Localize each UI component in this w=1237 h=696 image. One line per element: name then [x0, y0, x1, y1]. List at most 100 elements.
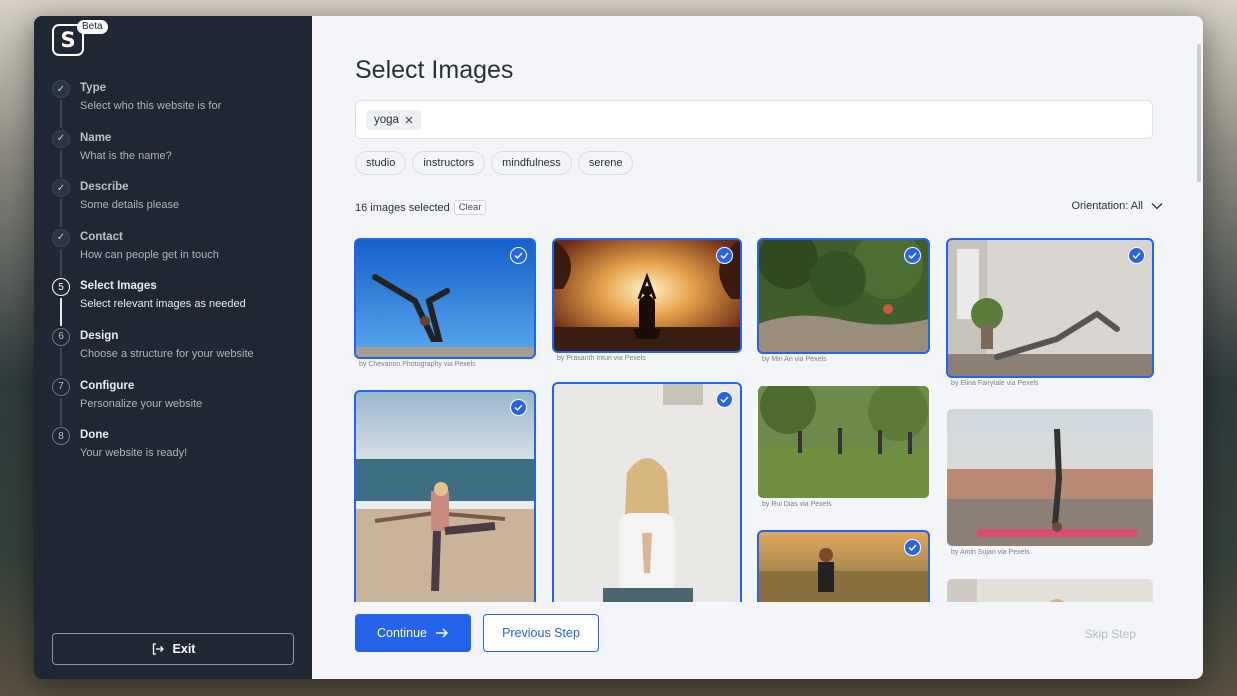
step-connector [60, 199, 62, 228]
suggestion-chip[interactable]: mindfulness [491, 151, 572, 175]
check-icon[interactable] [904, 247, 921, 264]
previous-step-button[interactable]: Previous Step [483, 614, 599, 652]
step-title: Design [80, 329, 119, 342]
step-connector [60, 347, 62, 376]
check-icon: ✓ [52, 129, 70, 148]
image-credit: by Elina Fairytale via Pexels [951, 380, 1039, 387]
step-title: Name [80, 131, 112, 144]
check-icon: ✓ [52, 80, 70, 98]
image-thumbnail[interactable] [354, 238, 536, 359]
step-title: Type [80, 82, 106, 94]
clear-button[interactable]: Clear [453, 200, 487, 215]
step-subtitle: Some details please [80, 199, 180, 212]
check-icon[interactable] [716, 391, 733, 408]
image-thumbnail[interactable] [946, 238, 1154, 378]
step-subtitle: Select who this website is for [80, 100, 222, 112]
step-subtitle: Personalize your website [80, 397, 203, 410]
suggestion-chip[interactable]: instructors [412, 151, 486, 175]
arrow-right-icon [436, 628, 449, 638]
image-card[interactable] [354, 390, 536, 602]
suggestion-chips: studio instructors mindfulness serene [355, 151, 634, 175]
image-thumbnail[interactable] [552, 238, 742, 353]
search-input[interactable]: yoga [355, 100, 1153, 139]
step-done: 8 Done Your website is ready! [52, 427, 302, 477]
scrollbar[interactable] [1197, 44, 1201, 182]
image-thumbnail[interactable] [552, 382, 742, 602]
image-thumbnail[interactable] [757, 238, 930, 354]
image-card[interactable]: by Min An via Pexels [757, 238, 930, 363]
image-thumbnail[interactable] [947, 409, 1153, 546]
step-subtitle: How can people get in touch [80, 248, 219, 261]
step-title: Describe [80, 181, 129, 194]
step-select-images: 5 Select Images Select relevant images as … [52, 278, 302, 328]
step-connector [60, 149, 62, 178]
step-title: Contact [80, 230, 123, 243]
image-card[interactable] [947, 579, 1153, 602]
step-contact: ✓ Contact How can people get in touch [52, 228, 302, 279]
orientation-dropdown[interactable]: Orientation: All [1071, 200, 1163, 212]
image-credit: by Prasanth Inturi via Pexels [557, 355, 646, 362]
suggestion-chip[interactable]: serene [577, 151, 634, 175]
continue-label: Continue [376, 626, 428, 640]
step-connector [60, 298, 62, 327]
image-card[interactable]: by Rui Dias via Pexels [758, 386, 929, 508]
step-number: 7 [52, 377, 70, 396]
step-describe: ✓ Describe Some details please [52, 179, 302, 229]
step-connector [60, 397, 62, 426]
step-number: 8 [52, 427, 70, 446]
search-tag: yoga [366, 110, 421, 130]
close-icon[interactable] [405, 116, 413, 124]
step-title: Configure [80, 379, 135, 392]
sidebar: S Beta ✓ Type Select who this website is f… [34, 16, 312, 679]
image-card[interactable]: by Prasanth Inturi via Pexels [552, 238, 742, 362]
search-tag-label: yoga [374, 114, 399, 126]
step-number: 6 [52, 327, 70, 346]
step-subtitle: What is the name? [80, 149, 172, 162]
image-credit: by Min An via Pexels [762, 356, 827, 363]
check-icon[interactable] [716, 247, 733, 264]
steps-list: ✓ Type Select who this website is for ✓ Name… [52, 80, 302, 477]
step-type: ✓ Type Select who this website is for [52, 80, 302, 130]
image-card[interactable] [552, 382, 742, 602]
suggestion-chip[interactable]: studio [355, 151, 407, 175]
step-configure: 7 Configure Personalize your website [52, 377, 302, 428]
chevron-down-icon [1151, 203, 1163, 210]
continue-button[interactable]: Continue [355, 614, 471, 652]
step-connector [60, 100, 62, 128]
image-thumbnail[interactable] [354, 390, 536, 602]
check-icon[interactable] [1128, 247, 1145, 264]
image-thumbnail[interactable] [757, 530, 930, 602]
beta-badge: Beta [77, 20, 108, 34]
orientation-label: Orientation: All [1071, 200, 1143, 212]
image-card[interactable]: by Amin Sujan via Pexels [947, 409, 1153, 556]
page-title: Select Images [355, 56, 514, 84]
selected-count: 16 images selected [355, 201, 450, 214]
step-connector [60, 248, 62, 277]
step-subtitle: Select relevant images as needed [80, 298, 246, 311]
exit-button[interactable]: Exit [52, 633, 294, 665]
image-thumbnail[interactable] [947, 579, 1153, 602]
check-icon[interactable] [510, 399, 527, 416]
image-credit: by Amin Sujan via Pexels [951, 549, 1030, 556]
image-credit: by Chevanon Photography via Pexels [359, 361, 476, 368]
step-subtitle: Your website is ready! [80, 447, 188, 460]
exit-label: Exit [172, 642, 196, 656]
check-icon[interactable] [510, 247, 527, 264]
step-title: Select Images [80, 280, 157, 293]
step-name: ✓ Name What is the name? [52, 129, 302, 180]
image-card[interactable]: by Chevanon Photography via Pexels [354, 238, 536, 368]
step-subtitle: Choose a structure for your website [80, 347, 254, 360]
image-grid: by Chevanon Photography via Pexels by Pra… [312, 236, 1190, 602]
image-card[interactable]: by Elina Fairytale via Pexels [946, 238, 1154, 387]
main-panel: Select Images yoga studio instructors mi… [312, 16, 1203, 679]
skip-step-button[interactable]: Skip Step [1085, 627, 1136, 641]
selection-summary: 16 images selected Clear [355, 200, 487, 215]
image-thumbnail[interactable] [758, 386, 929, 498]
app-window: S Beta ✓ Type Select who this website is f… [34, 16, 1203, 679]
image-card[interactable] [757, 530, 930, 602]
step-number: 5 [52, 278, 70, 297]
check-icon[interactable] [904, 539, 921, 556]
check-icon: ✓ [52, 179, 70, 198]
image-credit: by Rui Dias via Pexels [762, 501, 832, 508]
check-icon: ✓ [52, 228, 70, 247]
